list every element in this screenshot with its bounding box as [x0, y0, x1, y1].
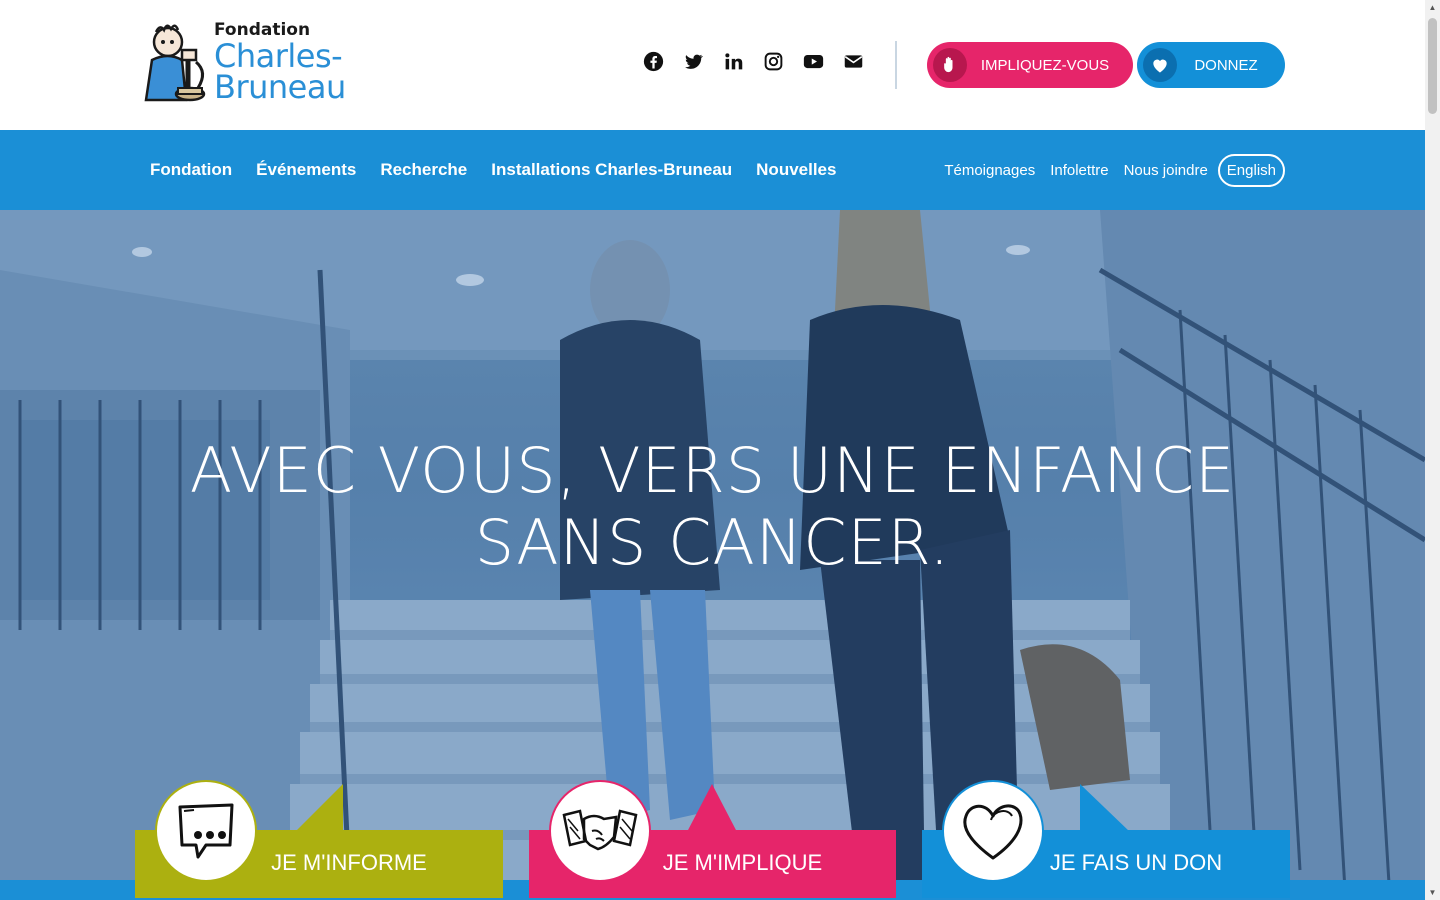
site-header: Fondation Charles- Bruneau IMPLIQUEZ-VOU…	[0, 0, 1425, 130]
nav-item-nous-joindre[interactable]: Nous joindre	[1124, 162, 1208, 179]
get-involved-button[interactable]: IMPLIQUEZ-VOUS	[927, 42, 1133, 88]
nav-item-installations[interactable]: Installations Charles-Bruneau	[491, 160, 732, 180]
mascot-logo-icon	[144, 24, 206, 102]
scroll-up-icon[interactable]: ▲	[1428, 3, 1437, 12]
hero-banner: AVEC VOUS, VERS UNE ENFANCE SANS CANCER.…	[0, 210, 1425, 900]
logo-line-3: Bruneau	[214, 67, 346, 106]
main-navigation: Fondation Événements Recherche Installat…	[0, 130, 1425, 210]
language-switch-button[interactable]: English	[1217, 153, 1285, 187]
foundation-logo[interactable]: Fondation Charles- Bruneau	[138, 20, 368, 104]
header-divider	[895, 41, 897, 89]
card-tab-shape	[295, 784, 343, 832]
card-je-m-implique[interactable]: JE M'IMPLIQUE	[529, 780, 896, 898]
social-links	[642, 50, 864, 72]
nav-item-recherche[interactable]: Recherche	[380, 160, 467, 180]
nav-item-temoignages[interactable]: Témoignages	[944, 162, 1035, 179]
heart-icon	[1143, 48, 1177, 82]
youtube-icon[interactable]	[802, 50, 824, 72]
primary-nav: Fondation Événements Recherche Installat…	[150, 130, 836, 210]
envelope-icon[interactable]	[842, 50, 864, 72]
card-label: JE M'IMPLIQUE	[662, 850, 823, 875]
hero-headline: AVEC VOUS, VERS UNE ENFANCE SANS CANCER.	[0, 435, 1425, 579]
logo-line-2: Charles-	[214, 37, 343, 76]
nav-item-evenements[interactable]: Événements	[256, 160, 356, 180]
secondary-nav: Témoignages Infolettre Nous joindre Engl…	[944, 130, 1285, 210]
page-scrollbar[interactable]: ▲ ▼	[1425, 0, 1440, 900]
instagram-icon[interactable]	[762, 50, 784, 72]
scroll-down-icon[interactable]: ▼	[1428, 888, 1437, 897]
card-tab-shape	[687, 784, 737, 832]
get-involved-label: IMPLIQUEZ-VOUS	[980, 56, 1110, 74]
hero-headline-line-1: AVEC VOUS, VERS UNE ENFANCE	[189, 434, 1236, 507]
facebook-icon[interactable]	[642, 50, 664, 72]
scrollbar-thumb[interactable]	[1428, 18, 1437, 114]
donate-label: DONNEZ	[1194, 56, 1258, 74]
nav-item-fondation[interactable]: Fondation	[150, 160, 232, 180]
card-je-fais-un-don[interactable]: JE FAIS UN DON	[922, 780, 1290, 898]
donate-button[interactable]: DONNEZ	[1137, 42, 1285, 88]
hero-headline-line-2: SANS CANCER.	[474, 506, 951, 579]
logo-wordmark: Fondation Charles- Bruneau	[214, 22, 346, 106]
card-label: JE M'INFORME	[271, 850, 427, 875]
linkedin-icon[interactable]	[722, 50, 744, 72]
raised-hand-icon	[933, 48, 967, 82]
twitter-icon[interactable]	[682, 50, 704, 72]
card-je-m-informe[interactable]: JE M'INFORME	[135, 780, 503, 898]
nav-item-infolettre[interactable]: Infolettre	[1050, 162, 1108, 179]
nav-item-nouvelles[interactable]: Nouvelles	[756, 160, 836, 180]
card-tab-shape	[1080, 784, 1130, 832]
card-label: JE FAIS UN DON	[1049, 850, 1223, 875]
